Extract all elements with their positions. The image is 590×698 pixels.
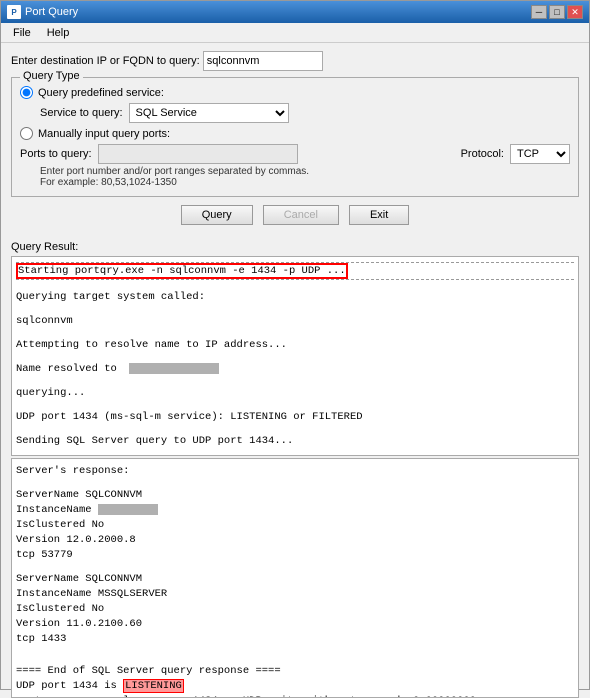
server-response-label: Server's response:	[16, 464, 574, 478]
start-line: Starting portqry.exe -n sqlconnvm -e 143…	[16, 264, 574, 278]
upper-result-panel[interactable]: Starting portqry.exe -n sqlconnvm -e 143…	[11, 256, 579, 456]
redacted-ip	[129, 363, 219, 374]
querying-target: Querying target system called:	[16, 290, 574, 304]
radio-manual[interactable]	[20, 127, 33, 140]
query-type-group: Query Type Query predefined service: Ser…	[11, 77, 579, 197]
dashed-2	[16, 279, 574, 280]
service-row: Service to query: SQL Service	[40, 103, 570, 123]
hint-line1: Enter port number and/or port ranges sep…	[40, 166, 570, 177]
querying-line: querying...	[16, 386, 574, 400]
sending-line: Sending SQL Server query to UDP port 143…	[16, 434, 574, 448]
is-clustered-1: IsClustered No	[16, 518, 574, 532]
start-highlight: Starting portqry.exe -n sqlconnvm -e 143…	[16, 263, 348, 279]
end-query: ==== End of SQL Server query response ==…	[16, 664, 574, 678]
ports-row: Ports to query: Protocol: TCP UDP	[20, 144, 570, 164]
version-1: Version 12.0.2000.8	[16, 533, 574, 547]
instance-name-2: InstanceName MSSQLSERVER	[16, 587, 574, 601]
title-bar-left: P Port Query	[7, 5, 78, 19]
menu-help[interactable]: Help	[39, 25, 78, 41]
resolved-line: Name resolved to	[16, 362, 574, 376]
udp-port-line: UDP port 1434 (ms-sql-m service): LISTEN…	[16, 410, 574, 424]
window-title: Port Query	[25, 6, 78, 18]
form-area: Enter destination IP or FQDN to query: Q…	[1, 43, 589, 241]
ports-label: Ports to query:	[20, 148, 92, 160]
instance-name-1: InstanceName	[16, 503, 574, 517]
ports-input[interactable]	[98, 144, 298, 164]
app-icon: P	[7, 5, 21, 19]
destination-label: Enter destination IP or FQDN to query:	[11, 55, 200, 67]
service-select[interactable]: SQL Service	[129, 103, 289, 123]
lower-result-panel[interactable]: Server's response: ServerName SQLCONNVM …	[11, 458, 579, 698]
radio-predefined-label: Query predefined service:	[38, 87, 164, 99]
result-box-wrapper: Starting portqry.exe -n sqlconnvm -e 143…	[11, 256, 579, 698]
button-row: Query Cancel Exit	[11, 205, 579, 225]
destination-row: Enter destination IP or FQDN to query:	[11, 51, 579, 71]
resolving: Attempting to resolve name to IP address…	[16, 338, 574, 352]
radio-manual-row: Manually input query ports:	[20, 127, 570, 140]
radio-predefined[interactable]	[20, 86, 33, 99]
main-window: P Port Query ─ □ ✕ File Help Enter desti…	[0, 0, 590, 690]
window-controls: ─ □ ✕	[531, 5, 583, 19]
is-clustered-2: IsClustered No	[16, 602, 574, 616]
protocol-label: Protocol:	[461, 148, 504, 160]
minimize-button[interactable]: ─	[531, 5, 547, 19]
maximize-button[interactable]: □	[549, 5, 565, 19]
version-2: Version 11.0.2100.60	[16, 617, 574, 631]
query-result-area: Query Result: Starting portqry.exe -n sq…	[1, 241, 589, 689]
protocol-select[interactable]: TCP UDP	[510, 144, 570, 164]
tcp-2: tcp 1433	[16, 632, 574, 646]
group-title: Query Type	[20, 70, 83, 82]
hint-line2: For example: 80,53,1024-1350	[40, 177, 570, 188]
query-button[interactable]: Query	[181, 205, 253, 225]
tcp-1: tcp 53779	[16, 548, 574, 562]
service-label: Service to query:	[40, 107, 123, 119]
title-bar: P Port Query ─ □ ✕	[1, 1, 589, 23]
radio-predefined-row: Query predefined service:	[20, 86, 570, 99]
redacted-instance	[98, 504, 158, 515]
listening-highlight: LISTENING	[123, 679, 184, 693]
menu-file[interactable]: File	[5, 25, 39, 41]
query-result-label: Query Result:	[11, 241, 579, 253]
target-name: sqlconnvm	[16, 314, 574, 328]
close-button[interactable]: ✕	[567, 5, 583, 19]
radio-manual-label: Manually input query ports:	[38, 128, 170, 140]
exit-line: portqry.exe -n sqlconnvm -e 1434 -p UDP …	[16, 694, 574, 698]
menu-bar: File Help	[1, 23, 589, 43]
server-name-1: ServerName SQLCONNVM	[16, 488, 574, 502]
exit-button[interactable]: Exit	[349, 205, 409, 225]
destination-input[interactable]	[203, 51, 323, 71]
cancel-button[interactable]: Cancel	[263, 205, 339, 225]
udp-listening-line: UDP port 1434 is LISTENING	[16, 679, 574, 693]
server-name-2: ServerName SQLCONNVM	[16, 572, 574, 586]
